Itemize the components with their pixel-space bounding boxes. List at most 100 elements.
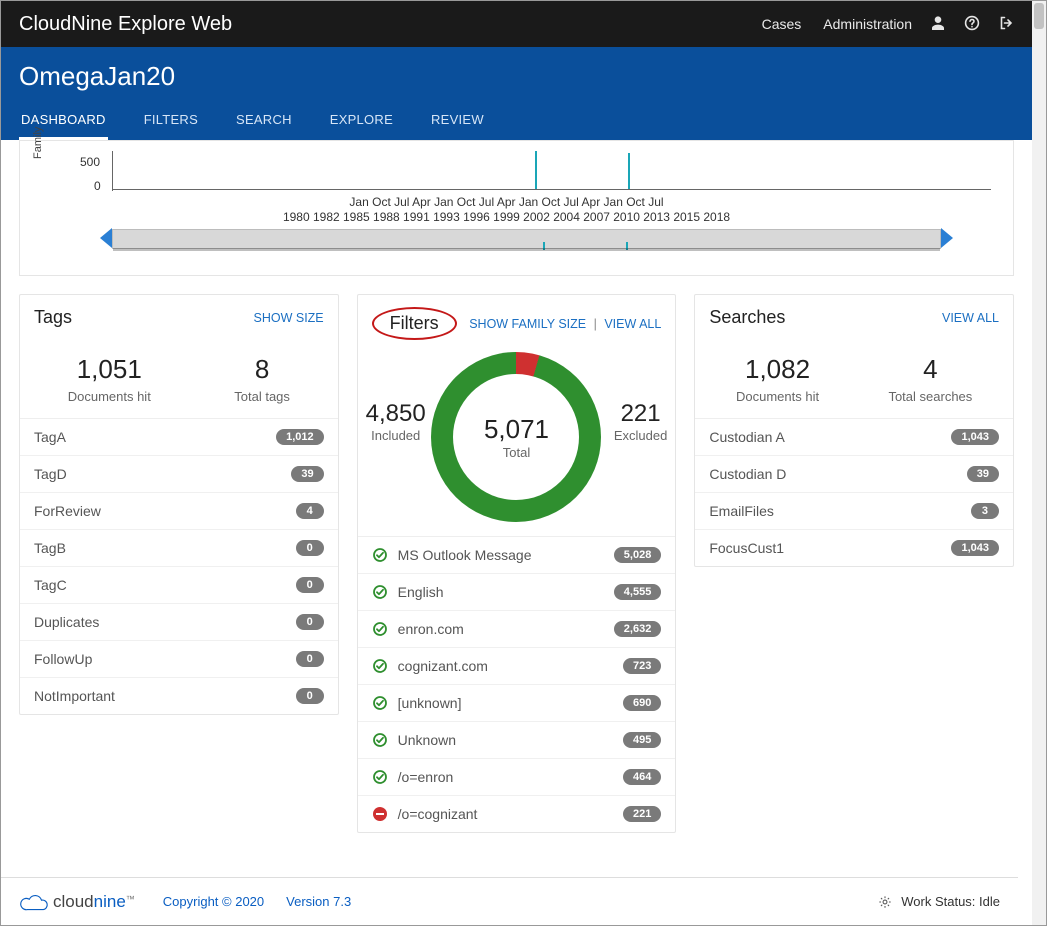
filter-row[interactable]: /o=cognizant221 xyxy=(358,796,676,832)
filter-row[interactable]: English 4,555 xyxy=(358,574,676,611)
tab-review[interactable]: REVIEW xyxy=(429,102,486,140)
tag-row[interactable]: TagB0 xyxy=(20,530,338,567)
filters-included-value: 4,850 xyxy=(366,400,426,428)
tags-docs-hit-value: 1,051 xyxy=(68,354,151,385)
timeline-panel: Family 500 0 Jan Oct Jul Apr Jan Oct Jul… xyxy=(19,140,1014,276)
tag-row[interactable]: TagA1,012 xyxy=(20,419,338,456)
tags-total-value: 8 xyxy=(234,354,290,385)
search-label: FocusCust1 xyxy=(709,540,784,556)
filters-included-label: Included xyxy=(366,428,426,443)
tags-show-size[interactable]: SHOW SIZE xyxy=(254,311,324,325)
searches-total-value: 4 xyxy=(888,354,972,385)
include-icon xyxy=(372,547,388,563)
logout-icon[interactable] xyxy=(998,15,1014,34)
timeline-y-axis xyxy=(112,151,113,191)
timeline-x-labels: Jan Oct Jul Apr Jan Oct Jul Apr Jan Oct … xyxy=(112,195,901,225)
tag-count: 1,012 xyxy=(276,429,324,445)
searches-title: Searches xyxy=(709,307,785,328)
tab-explore[interactable]: EXPLORE xyxy=(328,102,395,140)
tags-title: Tags xyxy=(34,307,72,328)
timeline-tick-500: 500 xyxy=(80,155,100,169)
tag-label: TagD xyxy=(34,466,67,482)
tab-filters[interactable]: FILTERS xyxy=(142,102,200,140)
filter-row[interactable]: /o=enron 464 xyxy=(358,759,676,796)
search-label: Custodian D xyxy=(709,466,786,482)
page-scrollbar[interactable] xyxy=(1032,1,1046,925)
filter-label: MS Outlook Message xyxy=(398,547,532,563)
search-count: 1,043 xyxy=(951,540,999,556)
include-icon xyxy=(372,769,388,785)
app-footer: cloudnine™ Copyright © 2020 Version 7.3 … xyxy=(1,877,1018,925)
include-icon xyxy=(372,695,388,711)
tag-row[interactable]: FollowUp 0 xyxy=(20,641,338,678)
nav-administration[interactable]: Administration xyxy=(823,16,912,32)
case-title: OmegaJan20 xyxy=(19,61,1014,92)
cloud-icon xyxy=(19,894,49,912)
brand-title: CloudNine Explore Web xyxy=(19,13,232,36)
filters-show-family-size[interactable]: SHOW FAMILY SIZE xyxy=(469,317,586,331)
filter-label: cognizant.com xyxy=(398,658,488,674)
filter-count: 2,632 xyxy=(614,621,662,637)
tag-count: 0 xyxy=(296,577,324,593)
timeline-tick-0: 0 xyxy=(94,179,101,193)
footer-copyright[interactable]: Copyright © 2020 xyxy=(163,894,264,909)
timeline-spike-2 xyxy=(628,153,630,189)
tags-panel: Tags SHOW SIZE 1,051 Documents hit 8 Tot… xyxy=(19,294,339,715)
tag-count: 0 xyxy=(296,688,324,704)
filter-row[interactable]: [unknown]690 xyxy=(358,685,676,722)
scrollbar-thumb[interactable] xyxy=(1034,3,1044,29)
filter-row[interactable]: MS Outlook Message5,028 xyxy=(358,537,676,574)
search-count: 39 xyxy=(967,466,999,482)
search-row[interactable]: Custodian D 39 xyxy=(695,456,1013,493)
filter-row[interactable]: cognizant.com 723 xyxy=(358,648,676,685)
tag-row[interactable]: TagD39 xyxy=(20,456,338,493)
filters-title: Filters xyxy=(390,313,439,333)
tag-count: 0 xyxy=(296,651,324,667)
filters-total-value: 5,071 xyxy=(484,414,549,445)
search-row[interactable]: EmailFiles3 xyxy=(695,493,1013,530)
searches-list: Custodian A1,043Custodian D39EmailFiles3… xyxy=(695,418,1013,566)
filter-count: 464 xyxy=(623,769,661,785)
filter-label: Unknown xyxy=(398,732,456,748)
filters-list: MS Outlook Message5,028 English 4,555 enron… xyxy=(358,536,676,832)
include-icon xyxy=(372,732,388,748)
tag-row[interactable]: NotImportant0 xyxy=(20,678,338,714)
tag-row[interactable]: Duplicates0 xyxy=(20,604,338,641)
filter-count: 4,555 xyxy=(614,584,662,600)
tag-row[interactable]: ForReview4 xyxy=(20,493,338,530)
tag-count: 4 xyxy=(296,503,324,519)
tag-row[interactable]: TagC0 xyxy=(20,567,338,604)
nav-cases[interactable]: Cases xyxy=(762,16,802,32)
filter-count: 723 xyxy=(623,658,661,674)
searches-total-label: Total searches xyxy=(888,389,972,404)
tag-label: Duplicates xyxy=(34,614,99,630)
search-row[interactable]: FocusCust1 1,043 xyxy=(695,530,1013,566)
help-icon[interactable] xyxy=(964,15,980,34)
filter-row[interactable]: Unknown495 xyxy=(358,722,676,759)
search-count: 3 xyxy=(971,503,999,519)
user-icon[interactable] xyxy=(930,15,946,34)
timeline-scrubber[interactable] xyxy=(112,229,941,249)
searches-view-all[interactable]: VIEW ALL xyxy=(942,311,999,325)
tag-label: FollowUp xyxy=(34,651,92,667)
filter-count: 221 xyxy=(623,806,661,822)
filters-total-label: Total xyxy=(503,445,530,460)
filters-panel: Filters SHOW FAMILY SIZE | VIEW ALL 4,85… xyxy=(357,294,677,833)
case-header: OmegaJan20 DASHBOARD FILTERS SEARCH EXPL… xyxy=(1,47,1032,140)
searches-docs-hit-value: 1,082 xyxy=(736,354,819,385)
timeline-spike-1 xyxy=(535,151,537,189)
searches-docs-hit-label: Documents hit xyxy=(736,389,819,404)
filter-label: English xyxy=(398,584,444,600)
filter-row[interactable]: enron.com2,632 xyxy=(358,611,676,648)
tags-total-label: Total tags xyxy=(234,389,290,404)
search-label: Custodian A xyxy=(709,429,785,445)
footer-version[interactable]: Version 7.3 xyxy=(286,894,351,909)
tags-docs-hit-label: Documents hit xyxy=(68,389,151,404)
filters-view-all[interactable]: VIEW ALL xyxy=(604,317,661,331)
search-row[interactable]: Custodian A1,043 xyxy=(695,419,1013,456)
app-topbar: CloudNine Explore Web Cases Administrati… xyxy=(1,1,1032,47)
timeline-arrow-left[interactable] xyxy=(100,228,112,248)
tab-search[interactable]: SEARCH xyxy=(234,102,294,140)
timeline-arrow-right[interactable] xyxy=(941,228,953,248)
filter-label: /o=enron xyxy=(398,769,454,785)
